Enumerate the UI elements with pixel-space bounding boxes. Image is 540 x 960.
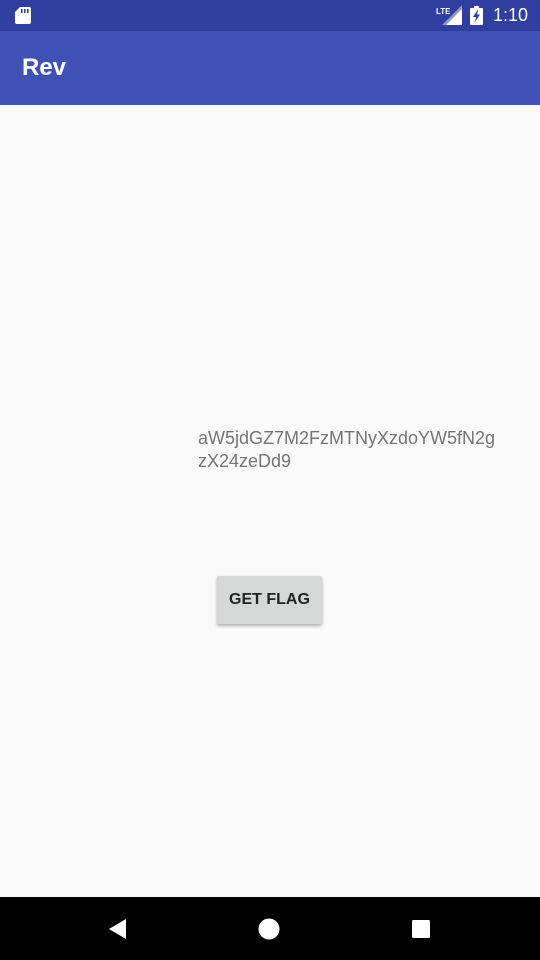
app-bar: Rev (0, 31, 540, 105)
navigation-bar (0, 897, 540, 960)
lte-signal-icon: LTE (436, 5, 462, 25)
lte-label: LTE (436, 7, 451, 16)
encoded-text: aW5jdGZ7M2FzMTNyXzdoYW5fN2gzX24zeDd9 (198, 428, 496, 471)
sd-card-icon (15, 7, 31, 24)
battery-charging-icon (470, 6, 483, 25)
app-title: Rev (22, 54, 67, 81)
status-time: 1:10 (493, 5, 529, 25)
get-flag-button[interactable]: GET FLAG (217, 576, 322, 624)
status-bar: LTE 1:10 (0, 0, 540, 31)
home-icon[interactable] (258, 918, 280, 940)
back-icon[interactable] (106, 917, 130, 941)
main-content: aW5jdGZ7M2FzMTNyXzdoYW5fN2gzX24zeDd9 GET… (0, 105, 540, 897)
recents-icon[interactable] (411, 919, 431, 939)
